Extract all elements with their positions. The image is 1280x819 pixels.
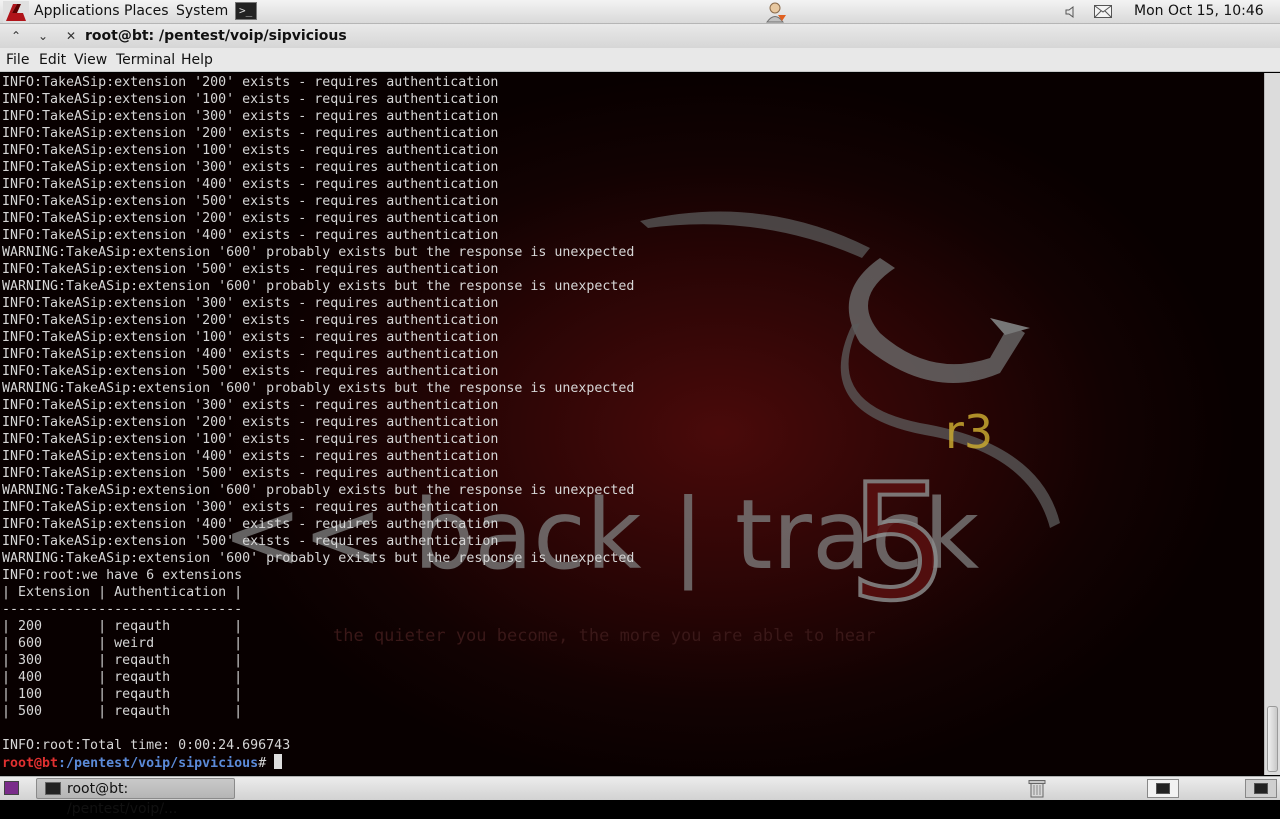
terminal-area[interactable]: << back | track 5 r3 the quieter you bec… — [0, 73, 1264, 775]
user-switcher-icon[interactable] — [764, 1, 788, 23]
terminal-line: INFO:TakeASip:extension '200' exists - r… — [2, 313, 499, 328]
terminal-line: INFO:TakeASip:extension '100' exists - r… — [2, 92, 499, 107]
top-panel: Applications Places System >_ Mon Oct 15… — [0, 0, 1280, 42]
workspace-window-icon — [1156, 783, 1170, 794]
terminal-line: INFO:TakeASip:extension '300' exists - r… — [2, 500, 499, 515]
prompt-user: root@bt — [2, 756, 59, 771]
scrollbar-thumb[interactable] — [1267, 706, 1278, 772]
taskbar-terminal-button[interactable]: root@bt: /pentest/voip/... — [36, 778, 235, 817]
prompt-symbol: # — [258, 756, 275, 771]
volume-icon[interactable] — [1064, 5, 1078, 19]
terminal-line: INFO:TakeASip:extension '400' exists - r… — [2, 347, 499, 362]
chevron-up-icon[interactable]: ⌃ — [5, 24, 27, 48]
menu-help[interactable]: Help — [181, 48, 213, 72]
clock[interactable]: Mon Oct 15, 10:46 PM — [1134, 0, 1280, 42]
backtrack-logo-icon[interactable] — [3, 1, 29, 23]
terminal-scrollbar[interactable] — [1264, 73, 1280, 775]
window-title: root@bt: /pentest/voip/sipvicious — [85, 28, 347, 44]
applications-menu[interactable]: Applications — [34, 0, 120, 24]
close-icon[interactable]: ✕ — [60, 24, 82, 48]
logo-release-text: r3 — [945, 405, 993, 459]
terminal-line: WARNING:TakeASip:extension '600' probabl… — [2, 279, 635, 294]
terminal-output: INFO:TakeASip:extension '200' exists - r… — [2, 74, 634, 772]
terminal-line: WARNING:TakeASip:extension '600' probabl… — [2, 381, 635, 396]
terminal-task-icon — [45, 782, 61, 795]
menu-edit[interactable]: Edit — [39, 48, 66, 72]
terminal-line: INFO:TakeASip:extension '100' exists - r… — [2, 432, 499, 447]
menubar: File Edit View Terminal Help — [0, 48, 1280, 72]
logo-version-text: 5 — [848, 449, 950, 636]
terminal-line: INFO:TakeASip:extension '500' exists - r… — [2, 262, 499, 277]
terminal-line: INFO:TakeASip:extension '300' exists - r… — [2, 398, 499, 413]
places-menu[interactable]: Places — [124, 0, 169, 24]
text-cursor — [274, 754, 283, 769]
mail-icon[interactable] — [1094, 5, 1112, 18]
terminal-line: INFO:TakeASip:extension '300' exists - r… — [2, 109, 499, 124]
terminal-line: INFO:TakeASip:extension '200' exists - r… — [2, 126, 499, 141]
terminal-line: | 200 | reqauth | — [2, 619, 243, 634]
terminal-line: INFO:TakeASip:extension '500' exists - r… — [2, 364, 499, 379]
terminal-line: | Extension | Authentication | — [2, 585, 243, 600]
workspace-1-button[interactable] — [1147, 779, 1179, 798]
chevron-down-icon[interactable]: ⌄ — [32, 24, 54, 48]
terminal-line: INFO:TakeASip:extension '400' exists - r… — [2, 517, 499, 532]
terminal-line: | 500 | reqauth | — [2, 704, 243, 719]
workspace-window-icon — [1254, 783, 1268, 794]
bottom-panel: root@bt: /pentest/voip/... — [0, 776, 1280, 817]
menu-file[interactable]: File — [6, 48, 29, 72]
terminal-line: INFO:TakeASip:extension '100' exists - r… — [2, 330, 499, 345]
terminal-line: | 400 | reqauth | — [2, 670, 243, 685]
terminal-line: INFO:TakeASip:extension '500' exists - r… — [2, 534, 499, 549]
terminal-line: INFO:TakeASip:extension '300' exists - r… — [2, 160, 499, 175]
terminal-line: | 600 | weird | — [2, 636, 243, 651]
system-menu[interactable]: System — [176, 0, 228, 24]
terminal-line: INFO:TakeASip:extension '200' exists - r… — [2, 211, 499, 226]
terminal-launcher-icon[interactable]: >_ — [235, 2, 257, 20]
terminal-line: INFO:TakeASip:extension '300' exists - r… — [2, 296, 499, 311]
terminal-line: INFO:TakeASip:extension '200' exists - r… — [2, 75, 499, 90]
trash-icon[interactable] — [1028, 779, 1046, 798]
terminal-line: INFO:TakeASip:extension '500' exists - r… — [2, 466, 499, 481]
show-desktop-icon[interactable] — [4, 781, 19, 795]
workspace-2-button[interactable] — [1245, 779, 1277, 798]
terminal-line: WARNING:TakeASip:extension '600' probabl… — [2, 245, 635, 260]
terminal-line: | 100 | reqauth | — [2, 687, 243, 702]
terminal-line: WARNING:TakeASip:extension '600' probabl… — [2, 483, 635, 498]
terminal-line: INFO:root:Total time: 0:00:24.696743 — [2, 738, 291, 753]
terminal-line: ------------------------------ — [2, 602, 243, 617]
taskbar-terminal-label: root@bt: /pentest/voip/... — [67, 781, 178, 817]
terminal-line: INFO:TakeASip:extension '200' exists - r… — [2, 415, 499, 430]
terminal-line: INFO:TakeASip:extension '400' exists - r… — [2, 449, 499, 464]
terminal-line: INFO:TakeASip:extension '500' exists - r… — [2, 194, 499, 209]
terminal-line: INFO:root:we have 6 extensions — [2, 568, 243, 583]
terminal-output-text: INFO:TakeASip:extension '200' exists - r… — [2, 75, 634, 753]
terminal-line: INFO:TakeASip:extension '400' exists - r… — [2, 177, 499, 192]
terminal-line: INFO:TakeASip:extension '400' exists - r… — [2, 228, 499, 243]
menu-terminal[interactable]: Terminal — [116, 48, 175, 72]
terminal-line: WARNING:TakeASip:extension '600' probabl… — [2, 551, 635, 566]
terminal-line: | 300 | reqauth | — [2, 653, 243, 668]
terminal-line: INFO:TakeASip:extension '100' exists - r… — [2, 143, 499, 158]
prompt-path: :/pentest/voip/sipvicious — [58, 756, 259, 771]
window-titlebar[interactable]: ⌃ ⌄ ✕ root@bt: /pentest/voip/sipvicious — [0, 24, 1280, 48]
menu-view[interactable]: View — [74, 48, 107, 72]
